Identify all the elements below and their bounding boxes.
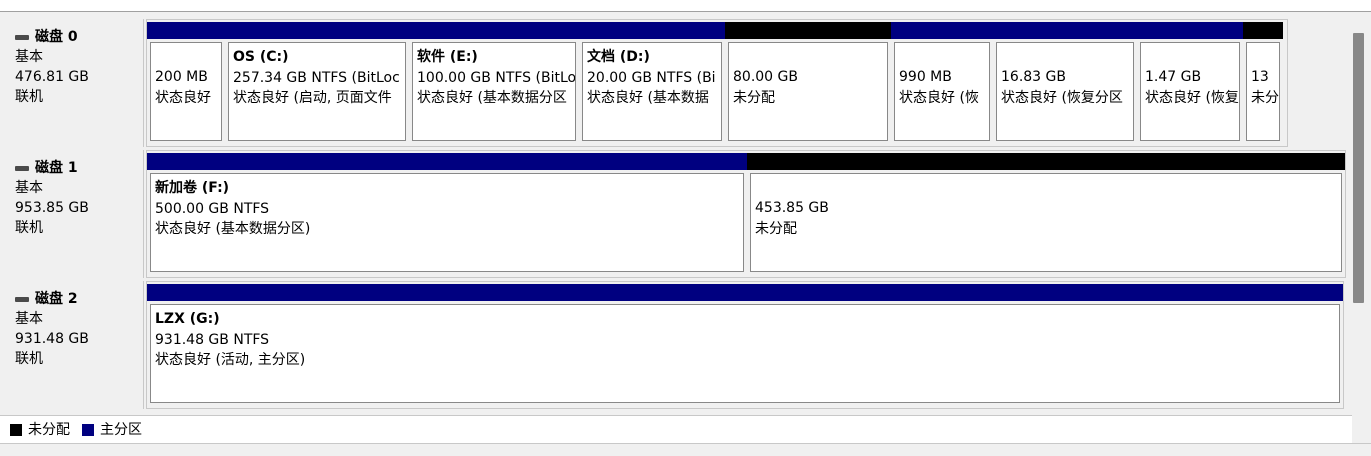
partition-0-2[interactable]: 软件 (E:) 100.00 GB NTFS (BitLo 状态良好 (基本数据…	[409, 22, 579, 144]
partition-bar-primary	[147, 22, 225, 39]
partition-line1: 453.85 GB	[755, 200, 829, 216]
unallocated-swatch	[10, 424, 22, 436]
disk-label-2[interactable]: 磁盘 2 基本 931.48 GB 联机	[4, 281, 144, 409]
partition-line1: 13	[1251, 69, 1269, 85]
partition-line1: 1.47 GB	[1145, 69, 1202, 85]
scrollbar-thumb[interactable]	[1353, 33, 1364, 303]
disk-label-1[interactable]: 磁盘 1 基本 953.85 GB 联机	[4, 150, 144, 278]
disk-type: 基本	[15, 180, 43, 196]
partition-line1: 80.00 GB	[733, 69, 798, 85]
partition-0-7[interactable]: 1.47 GB 状态良好 (恢复	[1137, 22, 1243, 144]
disk-row-2: 磁盘 2 基本 931.48 GB 联机 LZX (G:) 931.48 GB …	[4, 281, 1346, 409]
partition-0-1[interactable]: OS (C:) 257.34 GB NTFS (BitLoc 状态良好 (启动,…	[225, 22, 409, 144]
partition-line2: 状态良好 (基本数据分区)	[155, 221, 311, 237]
partition-bar-primary	[891, 22, 993, 39]
partition-line2: 未分配	[733, 89, 775, 106]
disk-icon	[15, 34, 29, 40]
partition-line2: 状态良好 (启动, 页面文件	[233, 90, 392, 106]
partition-bar-unallocated	[1243, 22, 1283, 39]
partition-line2: 状态良好 (恢复分区	[1001, 89, 1123, 106]
partition-name: LZX (G:)	[155, 311, 220, 327]
partition-line2: 未分	[1251, 89, 1279, 106]
partition-line1: 100.00 GB NTFS (BitLo	[417, 69, 576, 86]
partition-bar-primary	[147, 284, 1343, 301]
partition-name: 软件 (E:)	[417, 49, 478, 65]
disk-icon	[15, 165, 29, 171]
disk-status: 联机	[15, 89, 43, 105]
partition-line1: 200 MB	[155, 69, 208, 85]
disk-view-pane: 磁盘 0 基本 476.81 GB 联机 200 MB 状态良好 OS (C:)…	[0, 12, 1352, 415]
disk-name: 磁盘 0	[35, 29, 78, 45]
partition-line2: 状态良好 (恢复	[1145, 89, 1239, 106]
partition-name: OS (C:)	[233, 49, 289, 65]
disk-size: 931.48 GB	[15, 331, 89, 347]
disk-row-0: 磁盘 0 基本 476.81 GB 联机 200 MB 状态良好 OS (C:)…	[4, 19, 1288, 147]
partition-line2: 状态良好 (基本数据	[587, 90, 709, 106]
disk-size: 476.81 GB	[15, 69, 89, 85]
partition-bar-primary	[409, 22, 579, 39]
disk-status: 联机	[15, 220, 43, 236]
partition-1-1[interactable]: 453.85 GB 未分配	[747, 153, 1345, 275]
partition-bar-primary	[225, 22, 409, 39]
top-divider	[0, 0, 1371, 12]
partition-name: 文档 (D:)	[587, 49, 650, 65]
partition-line1: 990 MB	[899, 69, 952, 85]
partition-2-0[interactable]: LZX (G:) 931.48 GB NTFS 状态良好 (活动, 主分区)	[147, 284, 1343, 406]
disk-name: 磁盘 1	[35, 160, 78, 176]
partition-line2: 未分配	[755, 220, 797, 237]
partition-line2: 状态良好	[155, 89, 211, 106]
legend-unallocated-label: 未分配	[28, 422, 70, 438]
partition-name: 新加卷 (F:)	[155, 180, 230, 196]
partition-bar-primary	[147, 153, 747, 170]
partition-bar-unallocated	[747, 153, 1345, 170]
disk-status: 联机	[15, 351, 43, 367]
partition-line1: 931.48 GB NTFS	[155, 331, 270, 348]
partition-bar-primary	[1137, 22, 1243, 39]
partition-0-6[interactable]: 16.83 GB 状态良好 (恢复分区	[993, 22, 1137, 144]
partition-line2: 状态良好 (基本数据分区	[417, 90, 567, 106]
legend-bar: 未分配 主分区	[0, 415, 1352, 444]
partition-area: LZX (G:) 931.48 GB NTFS 状态良好 (活动, 主分区)	[146, 281, 1344, 409]
partition-area: 200 MB 状态良好 OS (C:) 257.34 GB NTFS (BitL…	[146, 19, 1288, 147]
partition-0-8[interactable]: 13 未分	[1243, 22, 1283, 144]
status-bar	[0, 443, 1371, 456]
partition-bar-unallocated	[725, 22, 891, 39]
partition-0-0[interactable]: 200 MB 状态良好	[147, 22, 225, 144]
partition-0-4[interactable]: 80.00 GB 未分配	[725, 22, 891, 144]
partition-0-3[interactable]: 文档 (D:) 20.00 GB NTFS (Bi 状态良好 (基本数据	[579, 22, 725, 144]
partition-line1: 257.34 GB NTFS (BitLoc	[233, 69, 400, 86]
legend-primary-label: 主分区	[100, 422, 142, 438]
disk-row-1: 磁盘 1 基本 953.85 GB 联机 新加卷 (F:) 500.00 GB …	[4, 150, 1346, 278]
partition-line1: 500.00 GB NTFS	[155, 200, 270, 217]
disk-type: 基本	[15, 49, 43, 65]
partition-1-0[interactable]: 新加卷 (F:) 500.00 GB NTFS 状态良好 (基本数据分区)	[147, 153, 747, 275]
disk-icon	[15, 296, 29, 302]
partition-line1: 16.83 GB	[1001, 69, 1066, 85]
disk-name: 磁盘 2	[35, 291, 78, 307]
partition-bar-primary	[579, 22, 725, 39]
primary-swatch	[82, 424, 94, 436]
disk-type: 基本	[15, 311, 43, 327]
partition-line1: 20.00 GB NTFS (Bi	[587, 69, 716, 86]
disk-size: 953.85 GB	[15, 200, 89, 216]
partition-area: 新加卷 (F:) 500.00 GB NTFS 状态良好 (基本数据分区) 45…	[146, 150, 1346, 278]
partition-0-5[interactable]: 990 MB 状态良好 (恢	[891, 22, 993, 144]
partition-line2: 状态良好 (恢	[899, 89, 979, 106]
partition-bar-primary	[993, 22, 1137, 39]
disk-label-0[interactable]: 磁盘 0 基本 476.81 GB 联机	[4, 19, 144, 147]
partition-line2: 状态良好 (活动, 主分区)	[155, 352, 306, 368]
